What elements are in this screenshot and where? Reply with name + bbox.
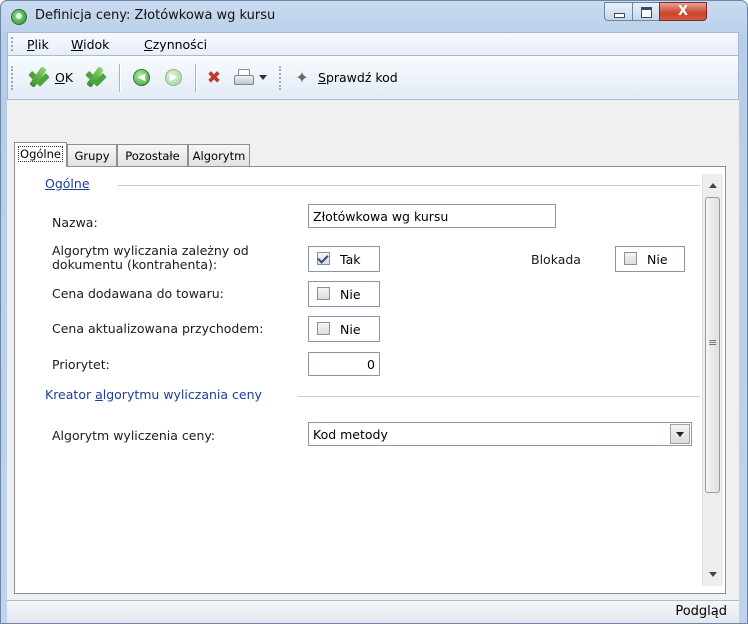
menu-file-label: lik — [34, 37, 49, 52]
maximize-button[interactable] — [632, 2, 660, 21]
algorithm-dependent-checkbox[interactable]: Tak — [308, 246, 380, 272]
status-bar: Podgląd — [7, 600, 739, 623]
tab-other-label: Pozostałe — [125, 149, 180, 163]
menu-view[interactable]: Widok — [71, 37, 109, 52]
title-bar[interactable]: Definicja ceny: Złotówkowa wg kursu X — [1, 1, 747, 33]
block-value: Nie — [647, 252, 668, 267]
algorithm-dependent-value: Tak — [340, 252, 361, 267]
menu-view-mnemonic: W — [71, 37, 84, 52]
forward-icon[interactable]: ▶ — [165, 69, 182, 86]
menu-view-label: idok — [83, 37, 110, 52]
chevron-down-icon[interactable] — [670, 424, 690, 444]
menu-actions-mnemonic: C — [144, 37, 153, 52]
ok-check-icon — [25, 66, 53, 88]
menu-file-mnemonic: P — [27, 37, 35, 52]
tab-general[interactable]: Ogólne — [14, 142, 67, 167]
tab-panel-general — [14, 166, 726, 594]
ok-close-check-icon[interactable] — [82, 66, 110, 88]
menu-actions[interactable]: Czynności — [144, 37, 207, 52]
print-icon[interactable] — [233, 69, 254, 87]
scroll-thumb[interactable] — [705, 197, 720, 493]
calc-algorithm-select[interactable]: Kod metody — [308, 422, 692, 446]
ok-label: OK — [55, 70, 74, 85]
priority-label: Priorytet: — [52, 357, 110, 372]
tab-groups-label: Grupy — [74, 149, 110, 163]
priority-input[interactable]: 0 — [308, 352, 380, 376]
checkbox-unchecked-icon — [317, 322, 330, 335]
algorithm-dependent-label: Algorytm wyliczania zależny od dokumentu … — [52, 243, 249, 272]
toolbar-separator — [195, 64, 196, 92]
close-button[interactable]: X — [659, 2, 707, 21]
minimize-button[interactable] — [604, 2, 633, 21]
block-label: Blokada — [531, 252, 581, 267]
print-dropdown-arrow-icon[interactable] — [259, 75, 267, 80]
scroll-down-icon[interactable] — [709, 572, 717, 577]
price-added-label: Cena dodawana do towaru: — [52, 286, 224, 301]
calc-algorithm-value: Kod metody — [313, 427, 388, 442]
group-divider — [118, 185, 700, 186]
app-logo-icon — [11, 9, 27, 25]
name-label: Nazwa: — [52, 215, 98, 230]
tab-algorithm-label: Algorytm — [192, 149, 246, 163]
block-checkbox[interactable]: Nie — [615, 246, 685, 272]
price-added-value: Nie — [340, 287, 361, 302]
toolbar-separator — [119, 64, 120, 92]
toolbar-grip-icon — [279, 66, 283, 90]
name-input[interactable]: Złotówkowa wg kursu — [308, 204, 556, 228]
status-preview: Podgląd — [675, 604, 727, 619]
group-divider — [298, 396, 700, 397]
tools-icon[interactable]: ✖ — [204, 68, 224, 88]
menu-actions-label: zynności — [152, 37, 208, 52]
group-title-creator: Kreator algorytmu wyliczania ceny — [45, 387, 266, 402]
price-updated-checkbox[interactable]: Nie — [308, 316, 380, 342]
checkbox-unchecked-icon — [317, 287, 330, 300]
price-added-checkbox[interactable]: Nie — [308, 281, 380, 307]
back-icon[interactable]: ◀ — [133, 69, 150, 86]
menu-file[interactable]: Plik — [27, 37, 49, 52]
tab-groups[interactable]: Grupy — [67, 144, 117, 166]
checkbox-checked-icon — [317, 252, 330, 265]
menu-grip-icon — [11, 37, 15, 51]
vertical-scrollbar[interactable] — [702, 174, 723, 586]
check-code-label: Sprawdź kod — [318, 70, 398, 85]
checkbox-unchecked-icon — [624, 252, 637, 265]
toolbar-grip-icon — [11, 66, 15, 90]
menu-bar: Plik Widok Czynności — [7, 32, 739, 56]
tab-general-label: Ogólne — [18, 146, 63, 162]
tab-other[interactable]: Pozostałe — [117, 144, 188, 166]
price-updated-label: Cena aktualizowana przychodem: — [52, 321, 264, 336]
toolbar: OK ◀ ▶ ✖ ✦ Sprawdź kod — [7, 56, 739, 100]
wand-icon: ✦ — [295, 68, 309, 87]
price-updated-value: Nie — [340, 322, 361, 337]
tab-algorithm[interactable]: Algorytm — [188, 144, 250, 166]
window-title: Definicja ceny: Złotówkowa wg kursu — [35, 8, 276, 23]
group-title-general: Ogólne — [45, 176, 94, 191]
scroll-up-icon[interactable] — [709, 183, 717, 188]
calc-algorithm-label: Algorytm wyliczenia ceny: — [52, 428, 216, 443]
